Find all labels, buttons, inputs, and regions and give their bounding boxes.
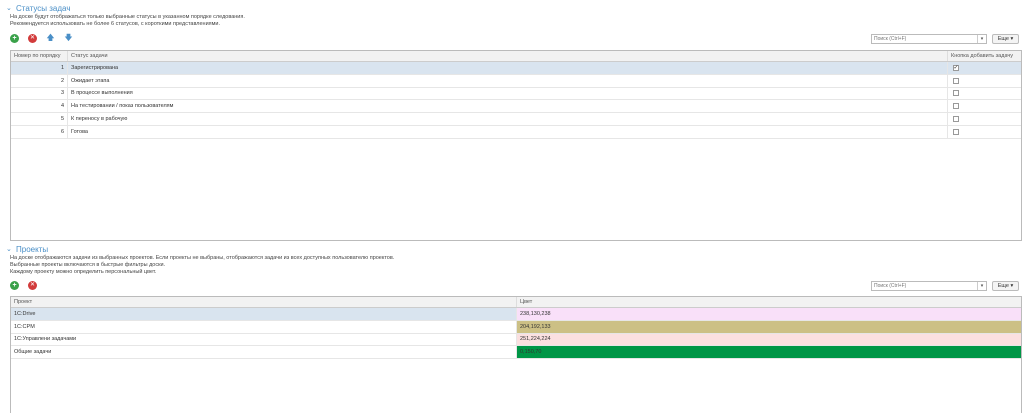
table-row[interactable]: 6 Готова <box>11 125 1021 139</box>
table-row[interactable]: 3 В процессе выполнения <box>11 87 1021 101</box>
project-color-cell[interactable]: 238,130,238 <box>517 308 1021 320</box>
add-button-checkbox[interactable]: ✓ <box>953 64 959 71</box>
table-row[interactable]: Общие задачи 0,150,70 <box>11 346 1021 360</box>
column-header-add-button[interactable]: Кнопка добавить задачу <box>948 51 1021 61</box>
statuses-search-input[interactable] <box>872 34 977 43</box>
add-button-checkbox[interactable] <box>953 90 959 97</box>
move-up-button[interactable]: 🡅 <box>46 33 55 43</box>
statuses-section-header[interactable]: ⌄ Статусы задач <box>6 3 71 13</box>
column-header-project[interactable]: Проект <box>11 297 517 307</box>
delete-status-button[interactable]: ✕ <box>28 34 37 43</box>
chevron-down-icon[interactable]: ⌄ <box>6 5 13 12</box>
projects-search-input[interactable] <box>872 281 977 290</box>
column-header-color[interactable]: Цвет <box>517 297 1021 307</box>
add-button-checkbox[interactable] <box>953 128 959 135</box>
statuses-table: Номер по порядку Статус задачи Кнопка до… <box>10 50 1022 241</box>
statuses-search-box[interactable]: ▾ <box>871 33 987 44</box>
statuses-more-button[interactable]: Еще ▾ <box>992 33 1019 44</box>
statuses-section-title: Статусы задач <box>16 3 71 13</box>
projects-more-button[interactable]: Еще ▾ <box>992 280 1019 291</box>
projects-section-header[interactable]: ⌄ Проекты <box>6 244 48 254</box>
projects-table: Проект Цвет 1С:Drive 238,130,238 1С:CPM … <box>10 296 1022 413</box>
statuses-toolbar: + ✕ 🡅 🡇 ▾ Еще ▾ <box>10 33 1020 44</box>
chevron-down-icon[interactable]: ▾ <box>977 34 986 43</box>
projects-description: На доске отображаются задачи из выбранны… <box>10 255 395 275</box>
table-row[interactable]: 5 К переносу в рабочую <box>11 113 1021 126</box>
table-row[interactable]: 1С:Управлени задачами 251,224,224 <box>11 333 1021 347</box>
table-row[interactable]: 1 Зарегистрирована ✓ <box>11 62 1021 75</box>
add-status-button[interactable]: + <box>10 34 19 43</box>
projects-search-box[interactable]: ▾ <box>871 280 987 291</box>
add-project-button[interactable]: + <box>10 281 19 290</box>
project-color-cell[interactable]: 251,224,224 <box>517 333 1021 346</box>
add-button-checkbox[interactable] <box>953 103 959 110</box>
move-down-button[interactable]: 🡇 <box>64 33 73 43</box>
add-button-checkbox[interactable] <box>953 77 959 84</box>
chevron-down-icon[interactable]: ▾ <box>977 281 986 290</box>
table-row[interactable]: 1С:CPM 204,192,133 <box>11 320 1021 334</box>
column-header-number[interactable]: Номер по порядку <box>11 51 68 61</box>
add-button-checkbox[interactable] <box>953 116 959 123</box>
chevron-down-icon[interactable]: ⌄ <box>6 246 13 253</box>
table-row[interactable]: 4 На тестировании / показ пользователям <box>11 100 1021 114</box>
projects-table-header: Проект Цвет <box>11 297 1021 308</box>
statuses-description: На доске будут отображаться только выбра… <box>10 14 245 27</box>
statuses-table-header: Номер по порядку Статус задачи Кнопка до… <box>11 51 1021 62</box>
column-header-status[interactable]: Статус задачи <box>68 51 948 61</box>
project-color-cell[interactable]: 0,150,70 <box>517 346 1021 359</box>
table-row[interactable]: 1С:Drive 238,130,238 <box>11 308 1021 321</box>
projects-section-title: Проекты <box>16 244 49 254</box>
project-color-cell[interactable]: 204,192,133 <box>517 320 1021 333</box>
delete-project-button[interactable]: ✕ <box>28 281 37 290</box>
table-row[interactable]: 2 Ожидает этапа <box>11 74 1021 88</box>
projects-toolbar: + ✕ ▾ Еще ▾ <box>10 280 1020 291</box>
